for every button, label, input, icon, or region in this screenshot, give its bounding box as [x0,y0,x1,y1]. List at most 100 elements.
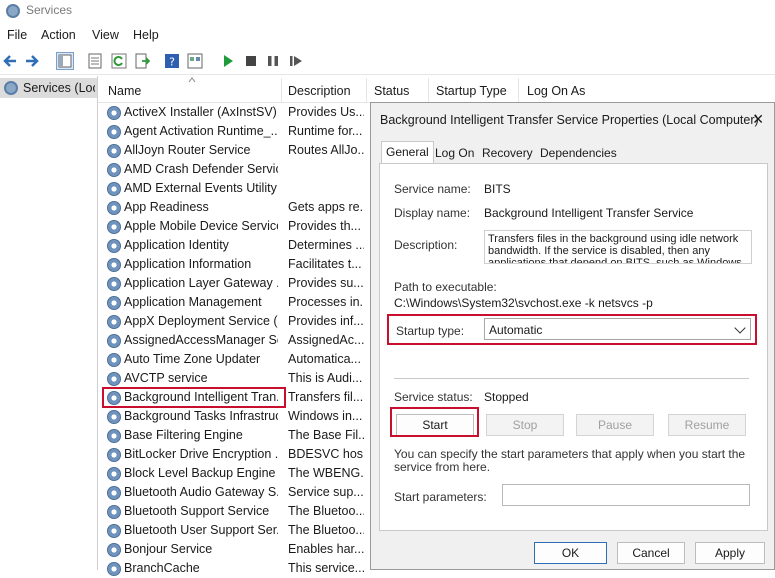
service-row[interactable]: App Readiness Gets apps re... [98,198,370,217]
properties-sheet-icon[interactable] [87,53,103,69]
service-row[interactable]: BitLocker Drive Encryption ... BDESVC hos… [98,445,370,464]
column-divider[interactable] [281,78,282,102]
service-gear-icon [107,106,121,120]
stop-button[interactable]: Stop [486,414,564,436]
menu-bar: File Action View Help [0,24,775,46]
service-name: Apple Mobile Device Service [124,219,278,233]
dialog-title: Background Intelligent Transfer Service … [380,113,759,127]
service-row[interactable]: Application Identity Determines ... [98,236,370,255]
service-name: ActiveX Installer (AxInstSV) [124,105,277,119]
service-description: Routes AllJo... [288,143,364,157]
back-arrow-icon[interactable] [2,53,18,69]
resume-button[interactable]: Resume [668,414,746,436]
service-row[interactable]: Application Information Facilitates t... [98,255,370,274]
service-row[interactable]: ActiveX Installer (AxInstSV) Provides Us.… [98,103,370,122]
tab-dependencies[interactable]: Dependencies [536,143,621,163]
path-value: C:\Windows\System32\svchost.exe -k netsv… [394,296,653,310]
service-row[interactable]: Bluetooth Audio Gateway S... Service sup.… [98,483,370,502]
service-row[interactable]: AMD Crash Defender Service [98,160,370,179]
service-row[interactable]: Bonjour Service Enables har... [98,540,370,559]
service-gear-icon [107,429,121,443]
service-name: AMD External Events Utility [124,181,277,195]
service-gear-icon [107,277,121,291]
service-description: Provides inf... [288,314,364,328]
service-description: The Bluetoo... [288,523,364,537]
service-name: Base Filtering Engine [124,428,243,442]
tree-item-label: Services (Local) [23,81,95,95]
service-description: Processes in... [288,295,364,309]
svg-text:?: ? [169,56,175,69]
service-row[interactable]: Base Filtering Engine The Base Fil... [98,426,370,445]
service-description: Provides th... [288,219,361,233]
service-row[interactable]: Auto Time Zone Updater Automatica... [98,350,370,369]
forward-arrow-icon[interactable] [24,53,40,69]
pause-service-icon[interactable] [265,53,281,69]
cancel-button[interactable]: Cancel [617,542,685,564]
service-gear-icon [107,505,121,519]
service-row[interactable]: Bluetooth User Support Ser... The Bluetoo… [98,521,370,540]
menu-view[interactable]: View [92,28,119,42]
title-bar: Services [0,0,775,24]
apply-button[interactable]: Apply [695,542,765,564]
service-row[interactable]: Background Tasks Infrastruc... Windows in… [98,407,370,426]
refresh-icon[interactable] [111,53,127,69]
service-name: Bonjour Service [124,542,213,556]
service-name-label: Service name: [394,182,471,196]
column-header-description[interactable]: Description [288,84,351,98]
service-gear-icon [107,125,121,139]
service-row[interactable]: Application Layer Gateway ... Provides su… [98,274,370,293]
service-gear-icon [107,144,121,158]
service-name: Background Tasks Infrastruc... [124,409,278,423]
service-row[interactable]: AMD External Events Utility [98,179,370,198]
start-parameters-input[interactable] [502,484,750,506]
service-row[interactable]: AllJoyn Router Service Routes AllJo... [98,141,370,160]
display-name-label: Display name: [394,206,471,220]
service-status-label: Service status: [394,390,473,404]
service-row[interactable]: Agent Activation Runtime_... Runtime for.… [98,122,370,141]
service-name: Bluetooth Support Service [124,504,270,518]
service-name: AllJoyn Router Service [124,143,251,157]
highlight-selected-service [102,387,286,408]
export-list-icon[interactable] [134,53,150,69]
description-text[interactable]: Transfers files in the background using … [484,230,752,264]
stop-service-icon[interactable] [243,53,259,69]
close-icon[interactable]: ✕ [752,111,764,128]
service-description: The Base Fil... [288,428,364,442]
pause-button[interactable]: Pause [576,414,654,436]
service-description: Service sup... [288,485,364,499]
tab-recovery[interactable]: Recovery [478,143,537,163]
menu-help[interactable]: Help [133,28,159,42]
tab-general[interactable]: General [381,141,434,164]
service-row[interactable]: AppX Deployment Service (... Provides inf… [98,312,370,331]
service-row[interactable]: Block Level Backup Engine ... The WBENG..… [98,464,370,483]
start-service-icon[interactable] [220,53,236,69]
ok-button[interactable]: OK [534,542,607,564]
service-status-value: Stopped [484,390,529,404]
service-row[interactable]: Apple Mobile Device Service Provides th..… [98,217,370,236]
tab-log-on[interactable]: Log On [431,143,478,163]
column-header-status[interactable]: Status [374,84,409,98]
service-description: Transfers fil... [288,390,364,404]
service-row[interactable]: Bluetooth Support Service The Bluetoo... [98,502,370,521]
service-description: This is Audi... [288,371,363,385]
column-divider[interactable] [366,78,367,102]
column-header-log-on-as[interactable]: Log On As [527,84,585,98]
service-row[interactable]: AssignedAccessManager Se... AssignedAc... [98,331,370,350]
restart-service-icon[interactable] [288,53,304,69]
menu-file[interactable]: File [7,28,27,42]
column-divider[interactable] [428,78,429,102]
console-tree [0,76,98,570]
help-icon[interactable]: ? [164,53,180,69]
service-row[interactable]: AVCTP service This is Audi... [98,369,370,388]
column-header-name[interactable]: Name [108,84,141,98]
menu-action[interactable]: Action [41,28,76,42]
service-row[interactable]: BranchCache This service... [98,559,370,578]
column-header-startup-type[interactable]: Startup Type [436,84,507,98]
service-row[interactable]: Application Management Processes in... [98,293,370,312]
path-label: Path to executable: [394,280,497,294]
tree-item-services-local[interactable]: Services (Local) [0,78,97,98]
console-view-icon[interactable] [187,53,203,69]
column-divider[interactable] [518,78,519,102]
service-name: BranchCache [124,561,200,575]
show-hide-console-tree-icon[interactable] [56,52,74,70]
